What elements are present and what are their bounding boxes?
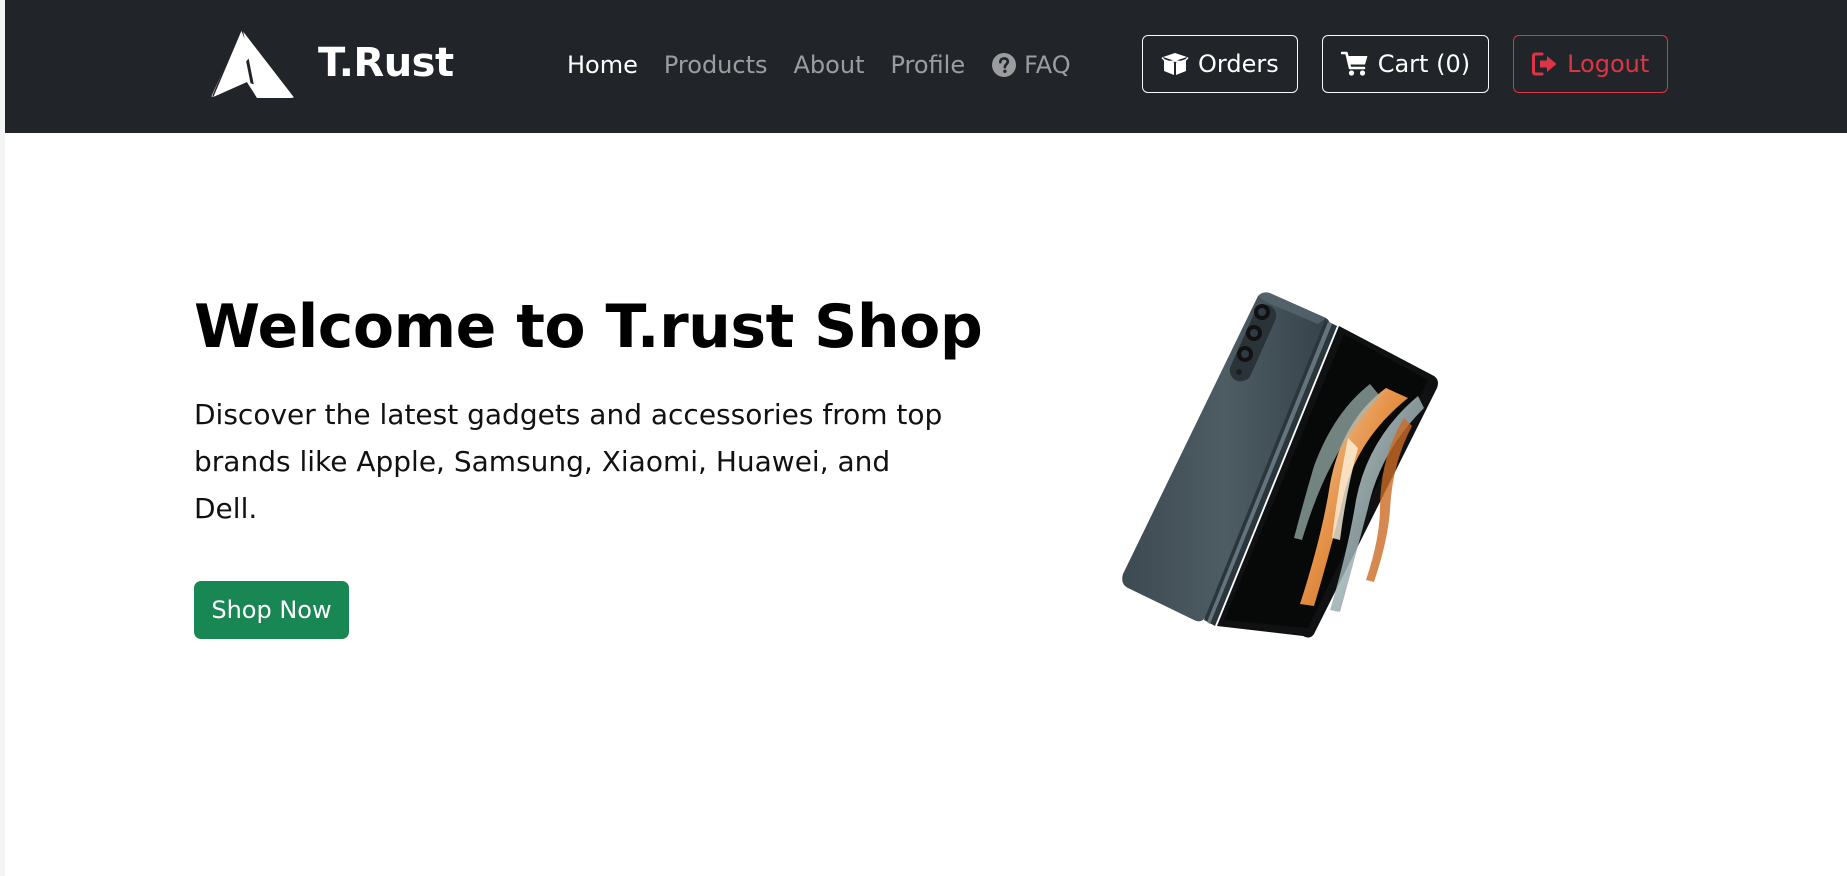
nav-link-faq[interactable]: FAQ (991, 51, 1071, 79)
cart-button[interactable]: Cart (0) (1321, 35, 1490, 93)
brand-link[interactable]: T.Rust (207, 26, 454, 100)
orders-button[interactable]: Orders (1142, 35, 1298, 93)
nav-link-faq-label: FAQ (1024, 51, 1071, 79)
brand-logo-icon (207, 26, 297, 100)
hero-description: Discover the latest gadgets and accessor… (194, 398, 943, 525)
nav-link-home-label: Home (567, 51, 638, 79)
box-icon (1161, 53, 1189, 75)
foldable-phone-image (1122, 292, 1438, 638)
nav-link-products-label: Products (663, 51, 768, 79)
brand-name: T.Rust (318, 40, 454, 86)
nav-link-about-label: About (793, 51, 865, 79)
hero-title: Welcome to T.rust Shop (194, 292, 983, 362)
page: T.Rust Home Products About Profile FAQ O… (0, 0, 1847, 876)
navbar: T.Rust Home Products About Profile FAQ O… (5, 0, 1847, 133)
nav-actions: Orders Cart (0) Logout (1142, 35, 1669, 93)
orders-button-label: Orders (1198, 50, 1279, 78)
nav-link-about[interactable]: About (794, 51, 865, 79)
cart-icon (1340, 51, 1368, 76)
logout-button-label: Logout (1567, 50, 1650, 78)
sign-out-icon (1532, 52, 1557, 76)
nav-links: Home Products About Profile FAQ (567, 44, 1097, 86)
nav-link-profile-label: Profile (890, 51, 966, 79)
cart-button-label: Cart (0) (1377, 50, 1471, 78)
nav-link-home[interactable]: Home (567, 51, 638, 79)
nav-link-profile[interactable]: Profile (890, 51, 965, 79)
nav-link-products[interactable]: Products (664, 51, 768, 79)
logout-button[interactable]: Logout (1513, 35, 1669, 93)
question-circle-icon (992, 53, 1017, 77)
shop-now-button[interactable]: Shop Now (194, 581, 349, 639)
